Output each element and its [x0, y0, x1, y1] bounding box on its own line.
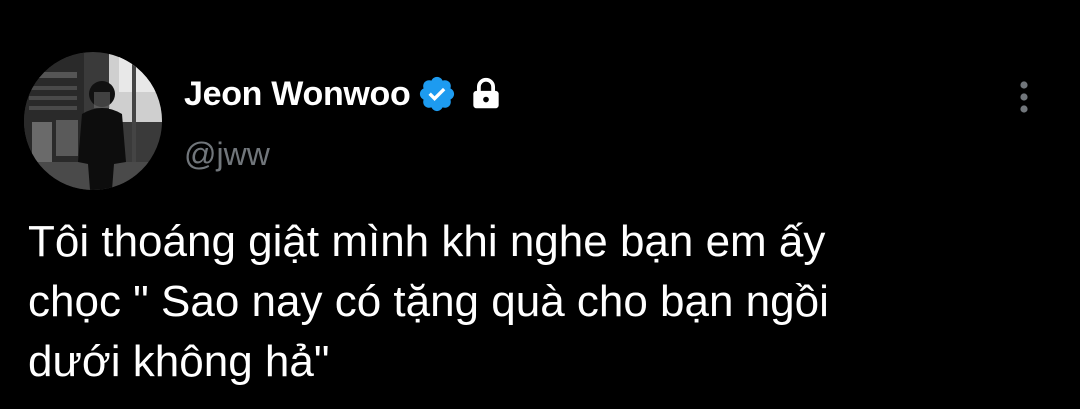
display-name[interactable]: Jeon Wonwoo: [184, 75, 411, 114]
author-row: Jeon Wonwoo: [184, 70, 505, 118]
more-options-button[interactable]: [1004, 72, 1044, 122]
avatar[interactable]: [24, 52, 162, 190]
tweet: Jeon Wonwoo @jww Tôi thoáng giật mình kh…: [0, 0, 1080, 409]
lock-icon: [467, 75, 505, 113]
more-vertical-icon: [1020, 81, 1028, 113]
author-handle[interactable]: @jww: [184, 136, 270, 173]
verified-badge-icon: [417, 74, 457, 114]
avatar-photo: [24, 52, 162, 190]
tweet-text: Tôi thoáng giật mình khi nghe bạn em ấy …: [28, 217, 829, 386]
